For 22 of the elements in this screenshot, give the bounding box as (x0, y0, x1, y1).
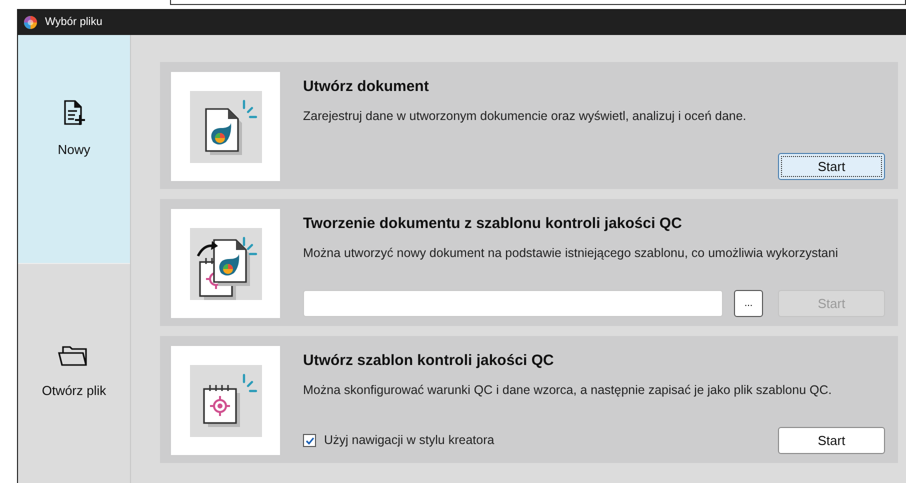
window-title: Wybór pliku (45, 14, 102, 30)
card-description: Można utworzyć nowy dokument na podstawie istniejącego szablonu, co umożliwia wykorzystani (303, 244, 839, 262)
sidebar-label: Nowy (58, 141, 90, 160)
template-to-document-icon (190, 228, 262, 300)
check-icon (304, 436, 314, 446)
start-button[interactable]: Start (778, 153, 885, 180)
new-document-icon (63, 100, 85, 126)
sidebar-label: Otwórz plik (42, 382, 106, 400)
card-title: Utwórz dokument (303, 77, 430, 97)
start-button[interactable]: Start (778, 427, 885, 454)
document-drop-icon (190, 90, 262, 162)
card-description: Zarejestruj dane w utworzonym dokumencie oraz wyświetl, analizuj i oceń dane. (303, 108, 748, 125)
notepad-target-icon (190, 364, 262, 436)
card-title: Tworzenie dokumentu z szablonu kontroli jakości QC (303, 214, 683, 234)
browse-button[interactable]: ... (734, 290, 763, 317)
color-wheel-icon (24, 16, 37, 28)
card-title: Utwórz szablon kontroli jakości QC (303, 351, 555, 371)
wizard-checkbox[interactable]: Użyj nawigacji w stylu kreatora (303, 431, 767, 450)
folder-icon (58, 344, 90, 367)
card-description: Można skonfigurować warunki QC i dane wzorca, a następnie zapisać je jako plik szablonu QC. (303, 382, 833, 399)
template-path-field[interactable] (303, 290, 723, 317)
sidebar-item[interactable]: Nowy (18, 35, 130, 263)
